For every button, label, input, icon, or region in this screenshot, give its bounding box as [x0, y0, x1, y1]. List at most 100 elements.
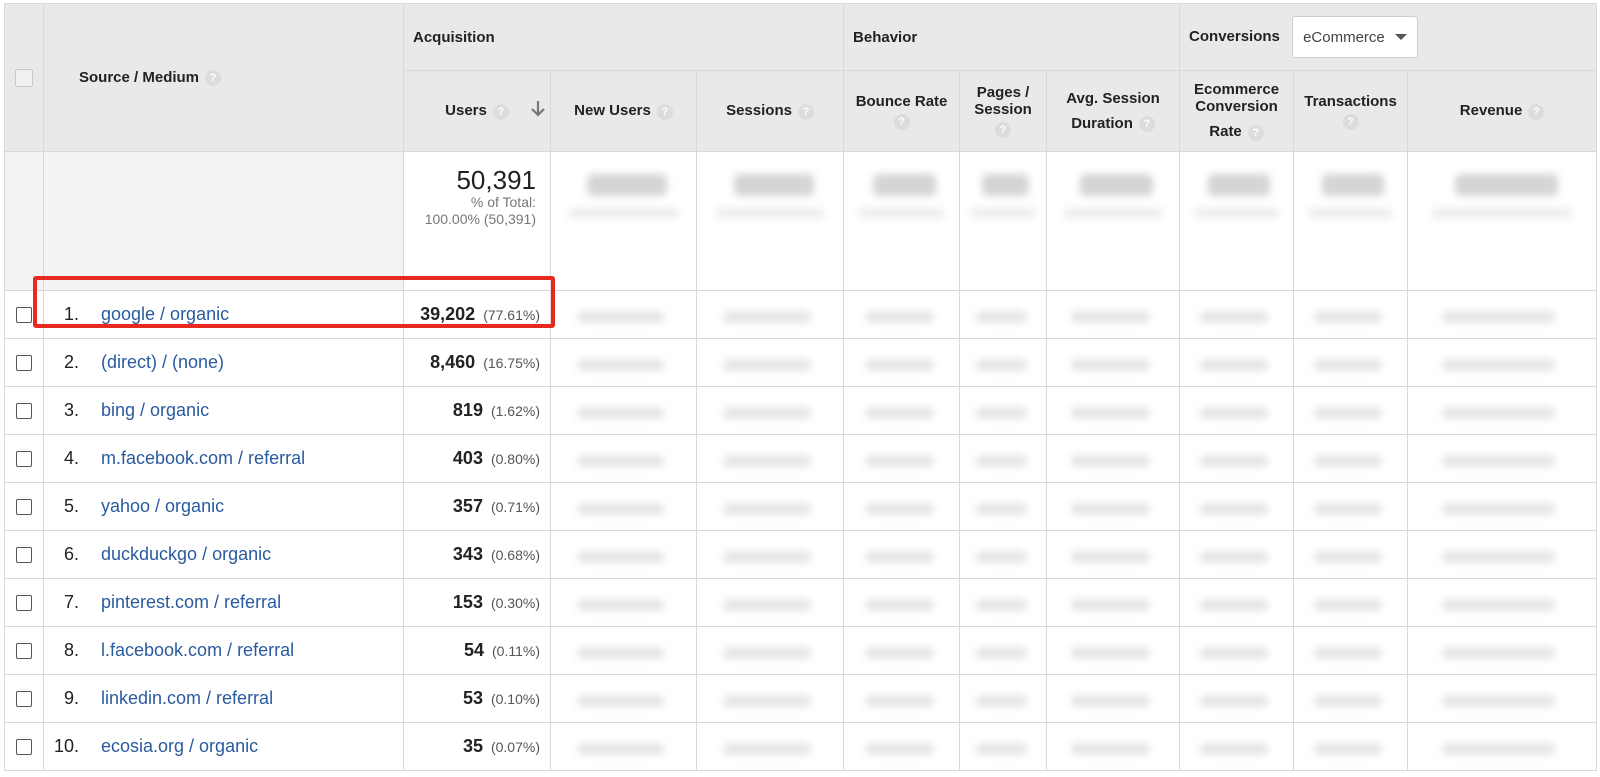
redacted-cell	[959, 434, 1048, 483]
redacted-cell	[1293, 290, 1409, 339]
new-users-column-header[interactable]: New Users?	[550, 70, 697, 152]
source-medium-link[interactable]: google / organic	[101, 304, 229, 324]
help-icon[interactable]: ?	[1247, 124, 1264, 141]
users-percent: (0.11%)	[492, 643, 540, 659]
source-medium-link[interactable]: bing / organic	[101, 400, 209, 420]
source-medium-cell: 7. pinterest.com / referral	[43, 578, 404, 627]
redacted-summary-cell	[959, 151, 1048, 291]
users-value: 54	[463, 640, 485, 660]
bounce-rate-column-header[interactable]: Bounce Rate ?	[843, 70, 961, 152]
row-checkbox[interactable]	[16, 643, 32, 660]
acquisition-group-header: Acquisition	[402, 3, 845, 71]
row-checkbox[interactable]	[16, 403, 32, 420]
users-percent: (0.30%)	[490, 595, 540, 611]
revenue-column-header[interactable]: Revenue?	[1407, 70, 1598, 152]
redacted-cell	[695, 530, 845, 579]
row-checkbox[interactable]	[16, 499, 32, 516]
row-checkbox[interactable]	[16, 691, 32, 708]
source-medium-link[interactable]: l.facebook.com / referral	[101, 640, 294, 660]
redacted-cell	[1046, 434, 1181, 483]
redacted-cell	[695, 722, 845, 771]
row-checkbox[interactable]	[16, 739, 32, 756]
avg-session-label-line2: Duration	[1071, 114, 1133, 132]
help-icon[interactable]: ?	[1138, 116, 1155, 133]
table-row: 7. pinterest.com / referral 153 (0.30%)	[4, 578, 1598, 627]
source-medium-link[interactable]: pinterest.com / referral	[101, 592, 281, 612]
sort-descending-icon[interactable]	[530, 100, 546, 118]
table-row: 5. yahoo / organic 357 (0.71%)	[4, 482, 1598, 531]
redacted-cell	[550, 626, 697, 675]
redacted-cell	[1179, 578, 1295, 627]
redacted-cell	[1293, 578, 1409, 627]
users-percent: (0.71%)	[490, 499, 540, 515]
users-value: 8,460	[430, 352, 476, 372]
users-value: 53	[462, 688, 483, 708]
row-checkbox-cell	[4, 626, 44, 675]
source-medium-cell: 8. l.facebook.com / referral	[43, 626, 404, 675]
source-medium-link[interactable]: ecosia.org / organic	[101, 736, 258, 756]
row-checkbox[interactable]	[16, 307, 32, 324]
users-cell: 54 (0.11%)	[403, 626, 551, 675]
pages-session-column-header[interactable]: Pages / Session ?	[959, 70, 1048, 152]
redacted-cell	[550, 338, 697, 387]
source-medium-header[interactable]: Source / Medium?	[43, 3, 404, 152]
help-icon[interactable]: ?	[995, 122, 1012, 138]
redacted-cell	[1179, 722, 1295, 771]
help-icon[interactable]: ?	[1528, 103, 1545, 120]
redacted-cell	[1407, 290, 1598, 339]
redacted-cell	[1293, 722, 1409, 771]
row-checkbox[interactable]	[16, 595, 32, 612]
conversions-select[interactable]: eCommerce	[1292, 16, 1419, 58]
ecommerce-conversion-rate-column-header[interactable]: Ecommerce Conversion Rate?	[1179, 70, 1295, 152]
sessions-column-header[interactable]: Sessions?	[695, 70, 845, 152]
sessions-column-label: Sessions	[726, 102, 792, 120]
users-value: 153	[452, 592, 483, 612]
row-checkbox[interactable]	[16, 451, 32, 468]
row-checkbox[interactable]	[16, 355, 32, 372]
avg-session-duration-column-header[interactable]: Avg. Session Duration?	[1046, 70, 1181, 152]
users-percent: (77.61%)	[483, 307, 540, 323]
redacted-cell	[695, 434, 845, 483]
help-icon[interactable]: ?	[797, 103, 814, 120]
help-icon[interactable]: ?	[893, 113, 910, 130]
help-icon[interactable]: ?	[1342, 113, 1359, 130]
redacted-cell	[1407, 338, 1598, 387]
redacted-cell	[1046, 290, 1181, 339]
redacted-cell	[1293, 626, 1409, 675]
users-total: 50,391	[456, 165, 536, 195]
redacted-cell	[1407, 434, 1598, 483]
users-column-header[interactable]: Users?	[403, 70, 551, 152]
help-icon[interactable]: ?	[492, 103, 509, 120]
ecom-label-line1: Ecommerce	[1194, 81, 1280, 99]
help-icon[interactable]: ?	[205, 70, 222, 87]
source-medium-cell: 4. m.facebook.com / referral	[43, 434, 404, 483]
transactions-column-header[interactable]: Transactions ?	[1293, 70, 1409, 152]
redacted-cell	[959, 338, 1048, 387]
redacted-cell	[1179, 434, 1295, 483]
redacted-summary-cell	[1179, 151, 1295, 291]
chevron-down-icon	[1395, 34, 1408, 40]
row-checkbox[interactable]	[16, 547, 32, 564]
redacted-cell	[550, 722, 697, 771]
users-cell: 357 (0.71%)	[403, 482, 551, 531]
users-column-label: Users	[445, 102, 487, 120]
source-medium-link[interactable]: duckduckgo / organic	[101, 544, 271, 564]
row-checkbox-cell	[4, 434, 44, 483]
redacted-cell	[1407, 530, 1598, 579]
redacted-cell	[1179, 530, 1295, 579]
source-medium-link[interactable]: (direct) / (none)	[101, 352, 224, 372]
select-all-checkbox[interactable]	[15, 68, 33, 87]
redacted-cell	[1293, 674, 1409, 723]
help-icon[interactable]: ?	[656, 103, 673, 120]
redacted-cell	[550, 482, 697, 531]
source-medium-link[interactable]: yahoo / organic	[101, 496, 224, 516]
source-medium-link[interactable]: linkedin.com / referral	[101, 688, 273, 708]
table-row: 8. l.facebook.com / referral 54 (0.11%)	[4, 626, 1598, 675]
source-medium-link[interactable]: m.facebook.com / referral	[101, 448, 305, 468]
row-index: 3.	[63, 400, 79, 420]
select-all-cell	[4, 3, 44, 152]
conversions-group-header: Conversions eCommerce	[1179, 3, 1598, 71]
table-row: 3. bing / organic 819 (1.62%)	[4, 386, 1598, 435]
row-checkbox-cell	[4, 338, 44, 387]
redacted-cell	[1046, 482, 1181, 531]
